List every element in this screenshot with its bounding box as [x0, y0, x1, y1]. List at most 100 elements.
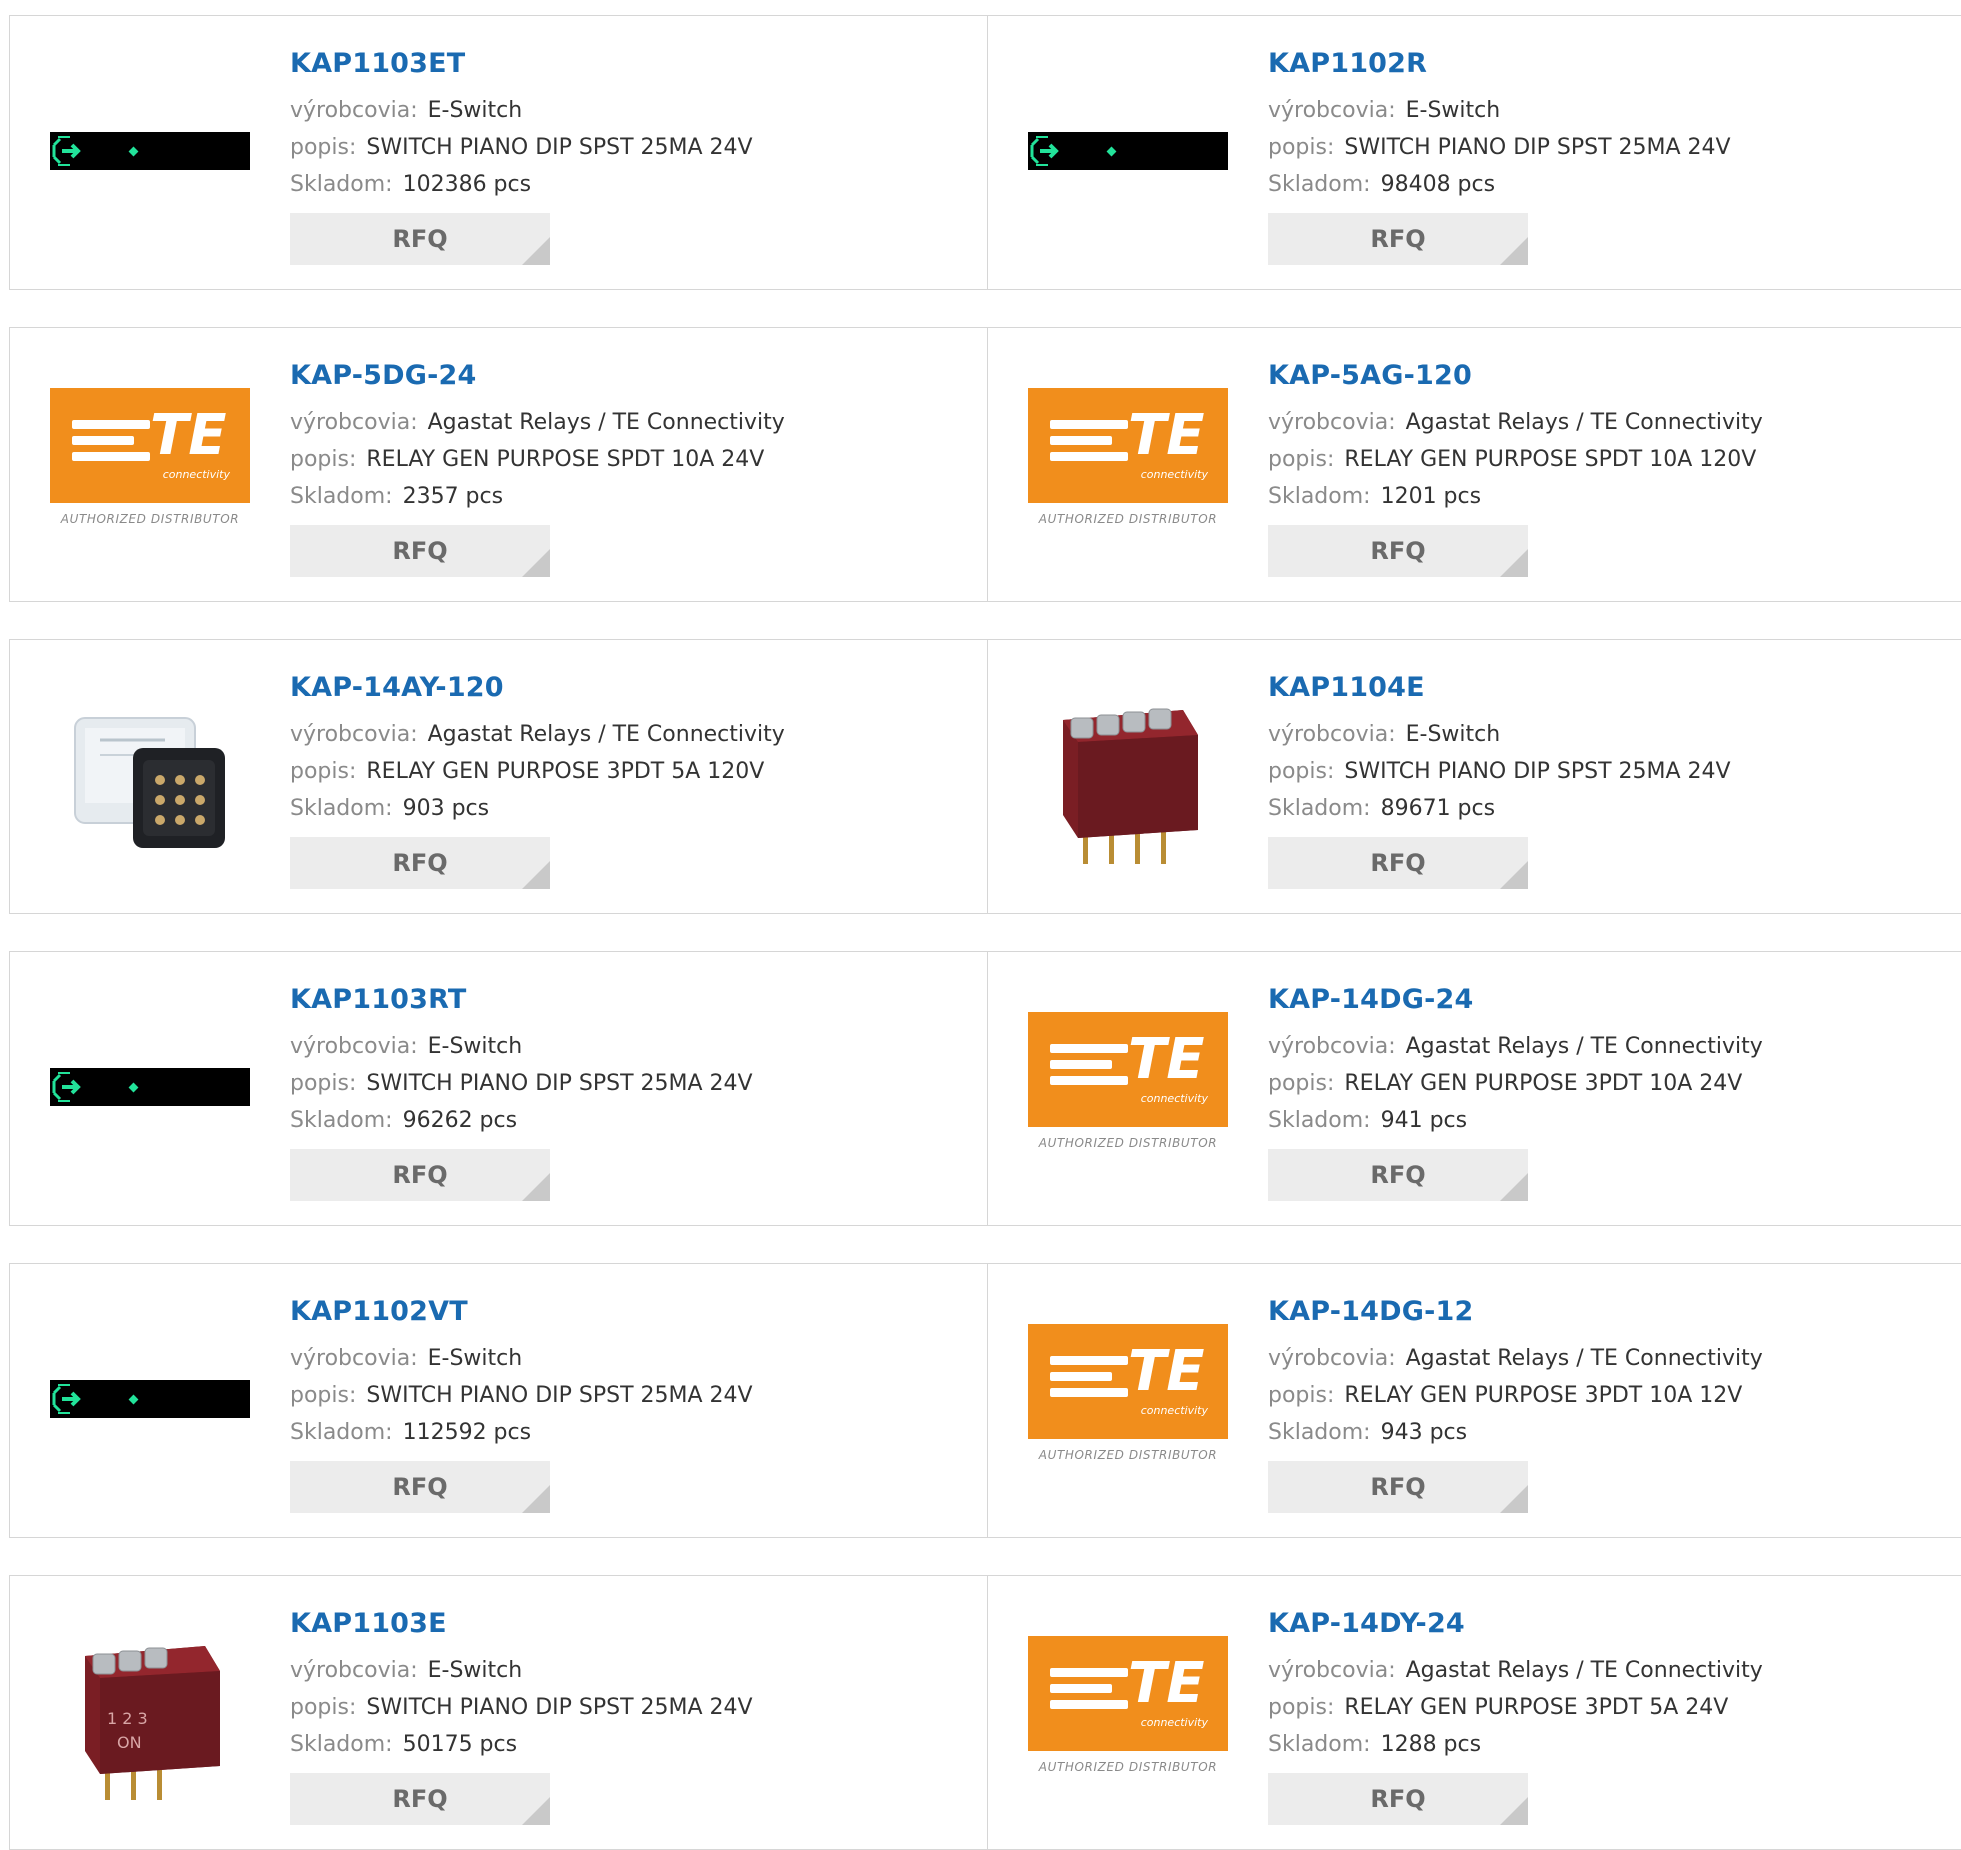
stock-label: Skladom: [290, 172, 393, 197]
rfq-corner-decoration [522, 1485, 550, 1513]
led-display-image [50, 1380, 250, 1418]
rfq-label: RFQ [1370, 849, 1426, 877]
manufacturer-row: výrobcovia: Agastat Relays / TE Connectiv… [290, 716, 970, 753]
rfq-button[interactable]: RFQ [290, 525, 550, 577]
rfq-label: RFQ [1370, 1785, 1426, 1813]
manufacturer-row: výrobcovia: Agastat Relays / TE Connectiv… [1268, 404, 1948, 441]
manufacturer-row: výrobcovia: Agastat Relays / TE Connectiv… [1268, 1652, 1948, 1689]
manufacturer-value: Agastat Relays / TE Connectivity [1405, 1034, 1763, 1059]
manufacturer-value: E-Switch [1405, 98, 1501, 123]
rfq-corner-decoration [522, 861, 550, 889]
product-name-link[interactable]: KAP-5DG-24 [290, 358, 970, 394]
description-row: popis: SWITCH PIANO DIP SPST 25MA 24V [1268, 129, 1948, 166]
product-name-link[interactable]: KAP-14AY-120 [290, 670, 970, 706]
product-row: KAP1102VT výrobcovia: E-Switch popis: SWIT… [9, 1263, 1961, 1538]
product-image[interactable]: TE connectivity AUTHORIZED DISTRIBUTOR [1028, 987, 1228, 1187]
rfq-button[interactable]: RFQ [1268, 1773, 1528, 1825]
product-image[interactable]: 1 2 3 ON [50, 1611, 250, 1811]
relay-photo [74, 717, 225, 848]
manufacturer-label: výrobcovia: [290, 1034, 418, 1059]
te-logo-lines [1050, 1044, 1128, 1092]
stock-label: Skladom: [290, 1108, 393, 1133]
manufacturer-label: výrobcovia: [290, 1658, 418, 1683]
te-logo-lines [1050, 420, 1128, 468]
authorized-distributor-text: AUTHORIZED DISTRIBUTOR [1038, 1760, 1218, 1774]
product-card: KAP1103ET výrobcovia: E-Switch popis: SWIT… [10, 16, 988, 289]
product-name-link[interactable]: KAP1103RT [290, 982, 970, 1018]
product-name-link[interactable]: KAP-14DG-24 [1268, 982, 1948, 1018]
product-name-link[interactable]: KAP1103ET [290, 46, 970, 82]
te-logo-box: TE connectivity [1028, 1012, 1228, 1127]
rfq-corner-decoration [1500, 861, 1528, 889]
product-card: KAP1102R výrobcovia: E-Switch popis: SWITC… [988, 16, 1961, 289]
product-name-link[interactable]: KAP-14DY-24 [1268, 1606, 1948, 1642]
manufacturer-value: E-Switch [1405, 722, 1501, 747]
rfq-button[interactable]: RFQ [1268, 525, 1528, 577]
rfq-button[interactable]: RFQ [290, 1461, 550, 1513]
manufacturer-label: výrobcovia: [1268, 98, 1396, 123]
rfq-button[interactable]: RFQ [1268, 1149, 1528, 1201]
rfq-button[interactable]: RFQ [1268, 213, 1528, 265]
product-image[interactable]: TE connectivity AUTHORIZED DISTRIBUTOR [50, 363, 250, 563]
manufacturer-label: výrobcovia: [1268, 722, 1396, 747]
product-name-link[interactable]: KAP-5AG-120 [1268, 358, 1948, 394]
product-info: KAP1104E výrobcovia: E-Switch popis: SWITC… [1268, 670, 1948, 889]
led-dot [1106, 146, 1117, 157]
product-image[interactable]: TE connectivity AUTHORIZED DISTRIBUTOR [1028, 1299, 1228, 1499]
rfq-button[interactable]: RFQ [1268, 1461, 1528, 1513]
product-image[interactable] [50, 675, 250, 875]
description-value: RELAY GEN PURPOSE SPDT 10A 24V [366, 447, 765, 472]
authorized-distributor-text: AUTHORIZED DISTRIBUTOR [60, 512, 240, 526]
stock-value: 903 pcs [402, 796, 490, 821]
product-name-link[interactable]: KAP1102VT [290, 1294, 970, 1330]
manufacturer-row: výrobcovia: E-Switch [1268, 92, 1948, 129]
rfq-button[interactable]: RFQ [1268, 837, 1528, 889]
product-image[interactable]: TE connectivity AUTHORIZED DISTRIBUTOR [1028, 363, 1228, 563]
rfq-corner-decoration [522, 1173, 550, 1201]
rfq-button[interactable]: RFQ [290, 213, 550, 265]
description-label: popis: [290, 1071, 357, 1096]
description-row: popis: RELAY GEN PURPOSE SPDT 10A 120V [1268, 441, 1948, 478]
rfq-button[interactable]: RFQ [290, 1773, 550, 1825]
product-info: KAP1103RT výrobcovia: E-Switch popis: SWIT… [290, 982, 970, 1201]
rfq-button[interactable]: RFQ [290, 1149, 550, 1201]
description-row: popis: SWITCH PIANO DIP SPST 25MA 24V [290, 1065, 970, 1102]
product-info: KAP-5DG-24 výrobcovia: Agastat Relays / T… [290, 358, 970, 577]
description-label: popis: [1268, 1071, 1335, 1096]
led-arrow-icon [52, 1072, 81, 1102]
description-label: popis: [1268, 1695, 1335, 1720]
rfq-corner-decoration [522, 237, 550, 265]
product-card: KAP1104E výrobcovia: E-Switch popis: SWITC… [988, 640, 1961, 913]
product-row: 1 2 3 ON KAP1103E výrobcovia: E-Switch pop… [9, 1575, 1961, 1850]
product-name-link[interactable]: KAP1104E [1268, 670, 1948, 706]
rfq-label: RFQ [1370, 537, 1426, 565]
manufacturer-value: Agastat Relays / TE Connectivity [1405, 1346, 1763, 1371]
product-image[interactable] [50, 1299, 250, 1499]
product-image[interactable] [1028, 51, 1228, 251]
product-image[interactable] [50, 51, 250, 251]
stock-row: Skladom: 1201 pcs [1268, 478, 1948, 515]
product-image[interactable] [50, 987, 250, 1187]
description-value: RELAY GEN PURPOSE 3PDT 5A 120V [366, 759, 765, 784]
manufacturer-value: Agastat Relays / TE Connectivity [427, 722, 785, 747]
te-logo-lines [72, 420, 150, 468]
rfq-corner-decoration [1500, 549, 1528, 577]
te-logo-letters: TE [1128, 1651, 1205, 1716]
product-name-link[interactable]: KAP1103E [290, 1606, 970, 1642]
stock-value: 1288 pcs [1380, 1732, 1482, 1757]
product-name-link[interactable]: KAP1102R [1268, 46, 1948, 82]
stock-row: Skladom: 89671 pcs [1268, 790, 1948, 827]
te-logo-letters: TE [150, 403, 227, 468]
product-card: TE connectivity AUTHORIZED DISTRIBUTOR KAP… [988, 328, 1961, 601]
product-image[interactable] [1028, 675, 1228, 875]
rfq-button[interactable]: RFQ [290, 837, 550, 889]
product-name-link[interactable]: KAP-14DG-12 [1268, 1294, 1948, 1330]
manufacturer-value: E-Switch [427, 1658, 523, 1683]
stock-label: Skladom: [290, 796, 393, 821]
rfq-corner-decoration [1500, 1797, 1528, 1825]
product-image[interactable]: TE connectivity AUTHORIZED DISTRIBUTOR [1028, 1611, 1228, 1811]
product-info: KAP1103ET výrobcovia: E-Switch popis: SWIT… [290, 46, 970, 265]
stock-row: Skladom: 102386 pcs [290, 166, 970, 203]
rfq-label: RFQ [392, 1785, 448, 1813]
stock-value: 50175 pcs [402, 1732, 518, 1757]
